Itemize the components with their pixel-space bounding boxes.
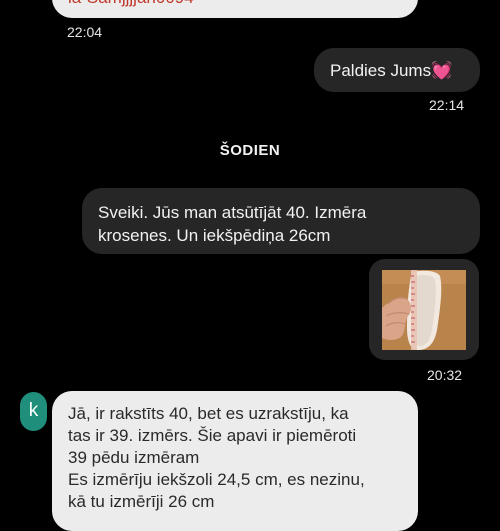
contact-avatar[interactable]: k [20, 392, 47, 431]
message-text-line: Sveiki. Jūs man atsūtījāt 40. Izmēra [98, 203, 367, 222]
outgoing-message-bubble[interactable]: Paldies Jums💓 [314, 48, 480, 92]
outgoing-photo-bubble[interactable] [369, 259, 479, 360]
message-timestamp: 20:32 [427, 367, 463, 383]
message-text: Paldies Jums [330, 61, 432, 80]
message-timestamp: 22:14 [429, 97, 465, 113]
incoming-message-bubble[interactable]: Jā, ir rakstīts 40, bet es uzrakstīju, k… [52, 391, 418, 531]
message-text-line: krosenes. Un iekšpēdiņa 26cm [98, 226, 331, 245]
message-text-line: Es izmērīju iekšzoli 24,5 cm, es nezinu, [68, 470, 365, 489]
message-text-line: kā tu izmērīji 26 cm [68, 492, 215, 511]
day-separator: ŠODIEN [219, 142, 281, 159]
heart-emoji-icon: 💓 [431, 61, 453, 80]
message-link-text[interactable]: la-Samjjjjan0094 [68, 0, 194, 8]
message-text-line: 39 pēdu izmēram [68, 448, 200, 467]
message-text-line: tas ir 39. izmērs. Šie apavi ir piemērot… [68, 426, 357, 445]
outgoing-message-bubble[interactable]: Sveiki. Jūs man atsūtījāt 40. Izmēra kro… [82, 188, 480, 254]
message-text-line: Jā, ir rakstīts 40, bet es uzrakstīju, k… [68, 404, 349, 423]
shoe-insole-photo[interactable] [382, 270, 466, 350]
message-timestamp: 22:04 [67, 24, 103, 40]
incoming-message-bubble[interactable]: la-Samjjjjan0094 [52, 0, 418, 18]
